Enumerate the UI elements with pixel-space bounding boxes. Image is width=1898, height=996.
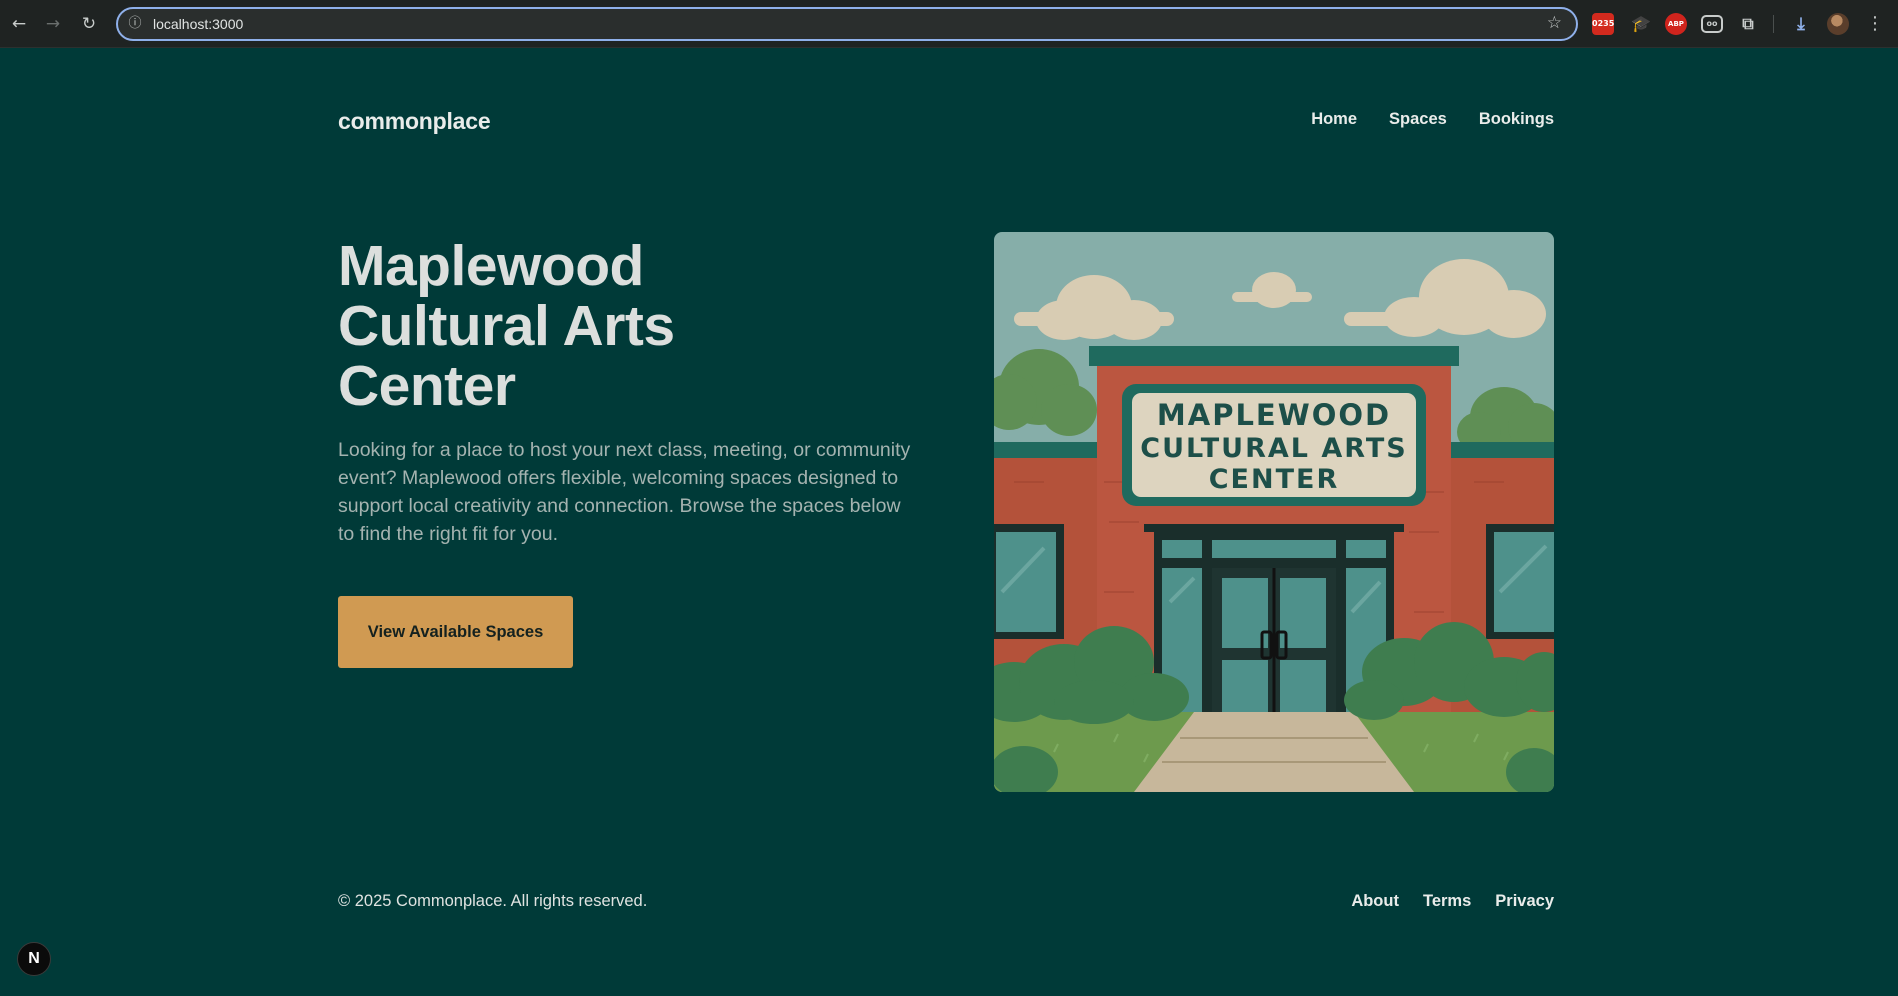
nav-bookings-link[interactable]: Bookings — [1479, 110, 1554, 129]
sign-line: CULTURAL ARTS — [1140, 433, 1407, 464]
footer-nav: About Terms Privacy — [1351, 892, 1554, 911]
back-arrow-icon[interactable]: ← — [8, 13, 30, 35]
reader-extension-icon[interactable]: oo — [1701, 15, 1723, 33]
bookmark-star-icon[interactable]: ☆ — [1547, 13, 1562, 33]
footer-terms-link[interactable]: Terms — [1423, 892, 1471, 911]
profile-avatar[interactable] — [1827, 13, 1849, 35]
extensions-puzzle-icon[interactable]: ⧉ — [1737, 13, 1759, 35]
sign-line: MAPLEWOOD — [1157, 398, 1391, 432]
footer-privacy-link[interactable]: Privacy — [1495, 892, 1554, 911]
forward-arrow-icon[interactable]: → — [42, 13, 64, 35]
view-spaces-button[interactable]: View Available Spaces — [338, 596, 573, 668]
building-illustration: MAPLEWOOD CULTURAL ARTS CENTER — [994, 232, 1554, 792]
footer-about-link[interactable]: About — [1351, 892, 1399, 911]
extension-badge-icon[interactable]: 0235 — [1592, 13, 1614, 35]
adblock-extension-icon[interactable]: ABP — [1665, 13, 1687, 35]
address-bar-url[interactable]: localhost:3000 — [153, 16, 243, 32]
hero-title: Maplewood Cultural Arts Center — [338, 236, 858, 416]
address-bar[interactable]: ⓘ localhost:3000 ☆ — [116, 7, 1578, 41]
site-info-icon[interactable]: ⓘ — [126, 15, 144, 33]
hero-title-line: Maplewood — [338, 234, 644, 298]
hero-title-line: Center — [338, 354, 516, 418]
download-icon[interactable]: ⤓ — [1790, 13, 1812, 35]
nav-home-link[interactable]: Home — [1311, 110, 1357, 129]
hero-description: Looking for a place to host your next cl… — [338, 439, 911, 545]
toolbar-divider — [1773, 15, 1774, 33]
copyright-text: © 2025 Commonplace. All rights reserved. — [338, 892, 648, 910]
reload-icon[interactable]: ↻ — [78, 13, 100, 35]
main-nav: Home Spaces Bookings — [1311, 110, 1554, 129]
hero-title-line: Cultural Arts — [338, 294, 675, 358]
browser-menu-icon[interactable]: ⋮ — [1866, 13, 1884, 35]
sign-line: CENTER — [1209, 464, 1340, 495]
nav-spaces-link[interactable]: Spaces — [1389, 110, 1447, 129]
browser-toolbar: ← → ↻ ⓘ localhost:3000 ☆ 0235 🎓 ABP oo ⧉… — [0, 0, 1898, 48]
building-illustration-svg: MAPLEWOOD CULTURAL ARTS CENTER — [994, 232, 1554, 792]
nextjs-dev-indicator[interactable]: N — [17, 942, 51, 976]
graduation-cap-extension-icon[interactable]: 🎓 — [1630, 13, 1652, 35]
site-logo[interactable]: commonplace — [338, 108, 491, 135]
